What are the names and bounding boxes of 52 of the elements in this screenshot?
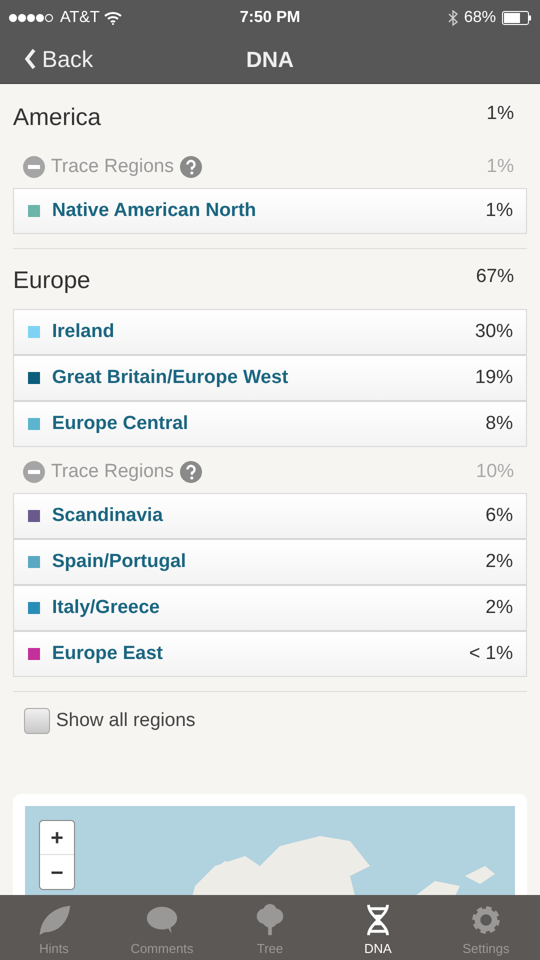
region-name: Great Britain/Europe West (52, 366, 288, 390)
trace-regions-label: Trace Regions (51, 154, 174, 179)
help-icon[interactable] (180, 461, 202, 483)
region-name: Ireland (52, 320, 114, 344)
region-percent: 1% (486, 198, 513, 223)
checkbox[interactable] (24, 708, 50, 734)
screen-title: DNA (246, 46, 294, 74)
signal-icon (8, 13, 56, 23)
region-percent: 19% (474, 366, 513, 390)
region-name: Italy/Greece (52, 596, 160, 620)
collapse-icon[interactable] (23, 461, 45, 483)
region-percent: 2% (486, 596, 513, 620)
region-name: Europe Central (52, 412, 188, 436)
section-percent: 1% (486, 102, 515, 126)
battery-percent: 68% (464, 8, 496, 28)
region-name: Native American North (52, 198, 256, 223)
section-title: America (13, 103, 102, 133)
leaf-icon (37, 902, 71, 936)
region-percent: 2% (486, 550, 513, 574)
section-percent: 67% (476, 265, 515, 289)
region-percent: 8% (486, 412, 513, 436)
show-all-label: Show all regions (56, 708, 196, 733)
wifi-icon (104, 11, 122, 25)
zoom-out-button[interactable]: − (40, 855, 74, 889)
section-title: Europe (13, 266, 90, 296)
back-chevron-icon (24, 48, 36, 70)
trace-regions-label: Trace Regions (51, 460, 174, 484)
region-percent: 6% (486, 504, 513, 528)
region-row[interactable]: Great Britain/Europe West 19% (13, 355, 527, 401)
region-name: Spain/Portugal (52, 550, 186, 574)
collapse-icon[interactable] (23, 156, 45, 178)
bluetooth-icon (448, 10, 458, 26)
region-row[interactable]: Ireland 30% (13, 309, 527, 355)
region-row[interactable]: Scandinavia 6% (13, 493, 527, 539)
region-row[interactable]: Native American North 1% (13, 188, 527, 234)
region-row[interactable]: Spain/Portugal 2% (13, 539, 527, 585)
tab[interactable]: DNA (324, 895, 432, 960)
region-name: Scandinavia (52, 504, 163, 528)
region-row[interactable]: Europe East < 1% (13, 631, 527, 677)
clock-time: 7:50 PM (238, 8, 302, 28)
battery-icon (502, 11, 532, 25)
trace-percent: 1% (486, 154, 514, 179)
back-button[interactable]: Back (24, 42, 94, 76)
region-row[interactable]: Europe Central 8% (13, 401, 527, 447)
carrier-name: AT&T (60, 8, 100, 28)
zoom-in-button[interactable]: + (40, 821, 74, 855)
trace-percent: 10% (476, 460, 514, 484)
region-percent: < 1% (469, 642, 513, 666)
help-icon[interactable] (180, 156, 202, 178)
region-percent: 30% (474, 320, 513, 344)
region-name: Europe East (52, 642, 163, 666)
region-row[interactable]: Italy/Greece 2% (13, 585, 527, 631)
